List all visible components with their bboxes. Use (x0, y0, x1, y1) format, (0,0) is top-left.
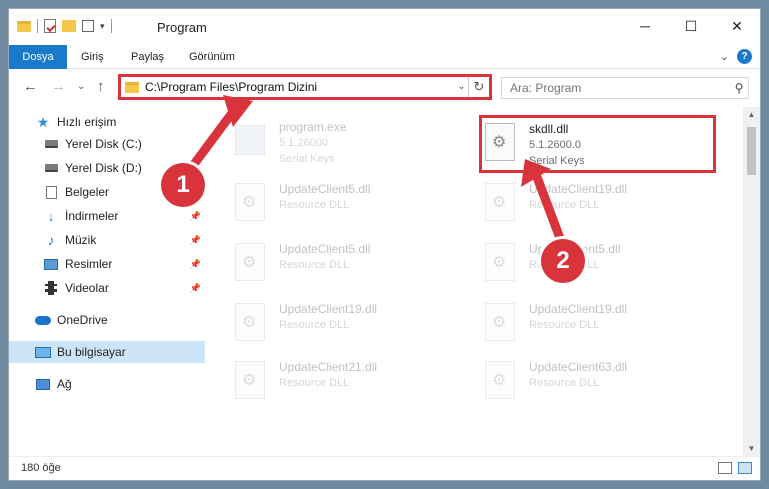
annotation-badge-1: 1 (161, 163, 205, 207)
explorer-window: ▾ Program ─ ☐ ✕ Dosya Giriş Paylaş Görün… (8, 8, 761, 481)
arrow-2 (532, 172, 566, 246)
annotation-arrows (184, 95, 566, 246)
annotation-badge-2: 2 (541, 239, 585, 283)
arrow-1 (184, 104, 240, 176)
